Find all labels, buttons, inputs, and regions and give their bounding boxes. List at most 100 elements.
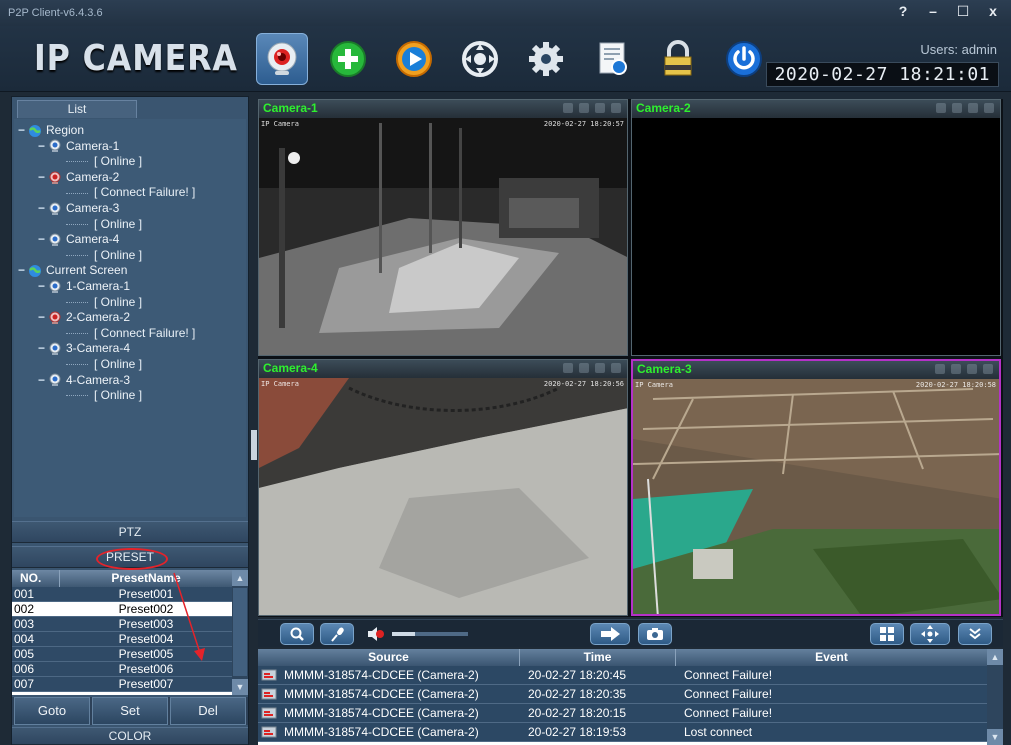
event-row[interactable]: MMMM-318574-CDCEE (Camera-2) 20-02-27 18:… bbox=[258, 723, 1003, 742]
brand-logo: IP CAMERA bbox=[34, 38, 238, 79]
collapse-icon[interactable]: − bbox=[38, 310, 48, 326]
record-icon[interactable] bbox=[579, 363, 589, 373]
snapshot-icon[interactable] bbox=[563, 103, 573, 113]
scroll-up-icon[interactable]: ▲ bbox=[232, 570, 248, 586]
record-icon[interactable] bbox=[951, 364, 961, 374]
snapshot-icon[interactable] bbox=[563, 363, 573, 373]
live-view-button[interactable] bbox=[256, 33, 308, 85]
camera-online-icon bbox=[48, 342, 62, 356]
close-icon[interactable] bbox=[983, 364, 993, 374]
record-icon[interactable] bbox=[952, 103, 962, 113]
camera-video[interactable]: IP Camera 2020-02-27 18:20:57 bbox=[259, 118, 627, 355]
ptz-section-button[interactable]: PTZ bbox=[12, 521, 248, 543]
collapse-icon[interactable]: − bbox=[38, 341, 48, 357]
event-row[interactable]: MMMM-318574-CDCEE (Camera-2) 20-02-27 18:… bbox=[258, 685, 1003, 704]
preset-scrollbar[interactable]: ▲ ▼ bbox=[232, 570, 248, 695]
event-row[interactable]: MMMM-318574-CDCEE (Camera-2) 20-02-27 18:… bbox=[258, 666, 1003, 685]
lock-icon bbox=[664, 40, 692, 76]
audio-icon[interactable] bbox=[967, 364, 977, 374]
tree-camera[interactable]: − 3-Camera-4 bbox=[14, 341, 246, 357]
preset-row[interactable]: 005 Preset005 bbox=[12, 647, 232, 662]
collapse-icon[interactable]: − bbox=[38, 139, 48, 155]
camera-tile-4[interactable]: Camera-3 IP Camera 2020-02-27 18:20:58 bbox=[631, 359, 1001, 616]
scroll-up-icon[interactable]: ▲ bbox=[987, 649, 1003, 665]
tree-camera[interactable]: − Camera-2 bbox=[14, 170, 246, 186]
collapse-icon[interactable]: − bbox=[38, 373, 48, 389]
audio-icon[interactable] bbox=[595, 363, 605, 373]
del-button[interactable]: Del bbox=[170, 697, 246, 725]
collapse-icon[interactable]: − bbox=[38, 170, 48, 186]
camera-tile-2[interactable]: Camera-2 bbox=[631, 99, 1001, 356]
event-row[interactable]: MMMM-318574-CDCEE (Camera-2) 20-02-27 18:… bbox=[258, 704, 1003, 723]
camera-tile-1[interactable]: Camera-1 IP Camera 2020-02-27 18:20:57 bbox=[258, 99, 628, 356]
event-scrollbar[interactable]: ▲ ▼ bbox=[987, 649, 1003, 745]
tree-group[interactable]: − Current Screen bbox=[14, 263, 246, 279]
close-icon[interactable] bbox=[611, 363, 621, 373]
collapse-icon[interactable]: − bbox=[18, 263, 28, 279]
audio-icon[interactable] bbox=[968, 103, 978, 113]
speaker-muted-icon[interactable] bbox=[366, 626, 386, 645]
camera-video[interactable]: IP Camera 2020-02-27 18:20:56 bbox=[259, 378, 627, 615]
collapse-icon[interactable]: − bbox=[38, 232, 48, 248]
tree-group[interactable]: − Region bbox=[14, 123, 246, 139]
zoom-button[interactable] bbox=[280, 623, 314, 645]
snapshot-icon[interactable] bbox=[935, 364, 945, 374]
tree-camera[interactable]: − Camera-3 bbox=[14, 201, 246, 217]
collapse-icon[interactable]: − bbox=[38, 279, 48, 295]
camera-title-bar: Camera-2 bbox=[632, 100, 1000, 118]
close-button[interactable]: x bbox=[985, 3, 1001, 20]
preset-row[interactable]: 004 Preset004 bbox=[12, 632, 232, 647]
tree-camera[interactable]: − 2-Camera-2 bbox=[14, 310, 246, 326]
color-section-button[interactable]: COLOR bbox=[12, 727, 248, 745]
camera-online-icon bbox=[48, 202, 62, 216]
preset-row[interactable]: 003 Preset003 bbox=[12, 617, 232, 632]
preset-row[interactable]: 007 Preset007 bbox=[12, 677, 232, 692]
settings-button[interactable] bbox=[520, 33, 572, 85]
layout-button[interactable] bbox=[870, 623, 904, 645]
preset-row[interactable]: 001 Preset001 bbox=[12, 587, 232, 602]
ptz-control-button[interactable] bbox=[454, 33, 506, 85]
camera-video[interactable] bbox=[632, 118, 1000, 355]
switch-stream-button[interactable] bbox=[590, 623, 630, 645]
minimize-button[interactable]: – bbox=[925, 3, 941, 20]
record-icon[interactable] bbox=[579, 103, 589, 113]
osd-timestamp: 2020-02-27 18:20:56 bbox=[543, 380, 624, 388]
camera-tile-3[interactable]: Camera-4 IP Camera 2020-02-27 18:20:56 bbox=[258, 359, 628, 616]
fullscreen-button[interactable] bbox=[910, 623, 950, 645]
log-button[interactable] bbox=[586, 33, 638, 85]
tree-camera[interactable]: − 4-Camera-3 bbox=[14, 373, 246, 389]
power-button[interactable] bbox=[718, 33, 770, 85]
volume-slider[interactable] bbox=[392, 632, 468, 636]
tab-list[interactable]: List bbox=[17, 100, 137, 118]
preset-row[interactable]: 002 Preset002 bbox=[12, 602, 232, 617]
collapse-log-button[interactable] bbox=[958, 623, 992, 645]
snapshot-button[interactable] bbox=[638, 623, 672, 645]
event-source: MMMM-318574-CDCEE (Camera-2) bbox=[284, 668, 479, 682]
preset-section-button[interactable]: PRESET bbox=[12, 546, 248, 568]
set-button[interactable]: Set bbox=[92, 697, 168, 725]
camera-video[interactable]: IP Camera 2020-02-27 18:20:58 bbox=[633, 379, 999, 614]
tree-camera[interactable]: − Camera-4 bbox=[14, 232, 246, 248]
tree-camera[interactable]: − 1-Camera-1 bbox=[14, 279, 246, 295]
playback-button[interactable] bbox=[388, 33, 440, 85]
preset-row[interactable]: 006 Preset006 bbox=[12, 662, 232, 677]
snapshot-icon[interactable] bbox=[936, 103, 946, 113]
close-icon[interactable] bbox=[984, 103, 994, 113]
goto-button[interactable]: Goto bbox=[14, 697, 90, 725]
scroll-thumb[interactable] bbox=[233, 588, 247, 676]
close-icon[interactable] bbox=[611, 103, 621, 113]
add-device-button[interactable] bbox=[322, 33, 374, 85]
lock-button[interactable] bbox=[652, 33, 704, 85]
scroll-down-icon[interactable]: ▼ bbox=[987, 729, 1003, 745]
talk-button[interactable] bbox=[320, 623, 354, 645]
camera-title-bar: Camera-3 bbox=[633, 361, 999, 379]
maximize-button[interactable]: ☐ bbox=[955, 3, 971, 20]
osd-label: IP Camera bbox=[635, 381, 673, 389]
collapse-icon[interactable]: − bbox=[18, 123, 28, 139]
collapse-icon[interactable]: − bbox=[38, 201, 48, 217]
help-button[interactable]: ? bbox=[895, 3, 911, 20]
tree-camera[interactable]: − Camera-1 bbox=[14, 139, 246, 155]
scroll-down-icon[interactable]: ▼ bbox=[232, 679, 248, 695]
panel-collapse-handle[interactable] bbox=[251, 430, 257, 460]
audio-icon[interactable] bbox=[595, 103, 605, 113]
